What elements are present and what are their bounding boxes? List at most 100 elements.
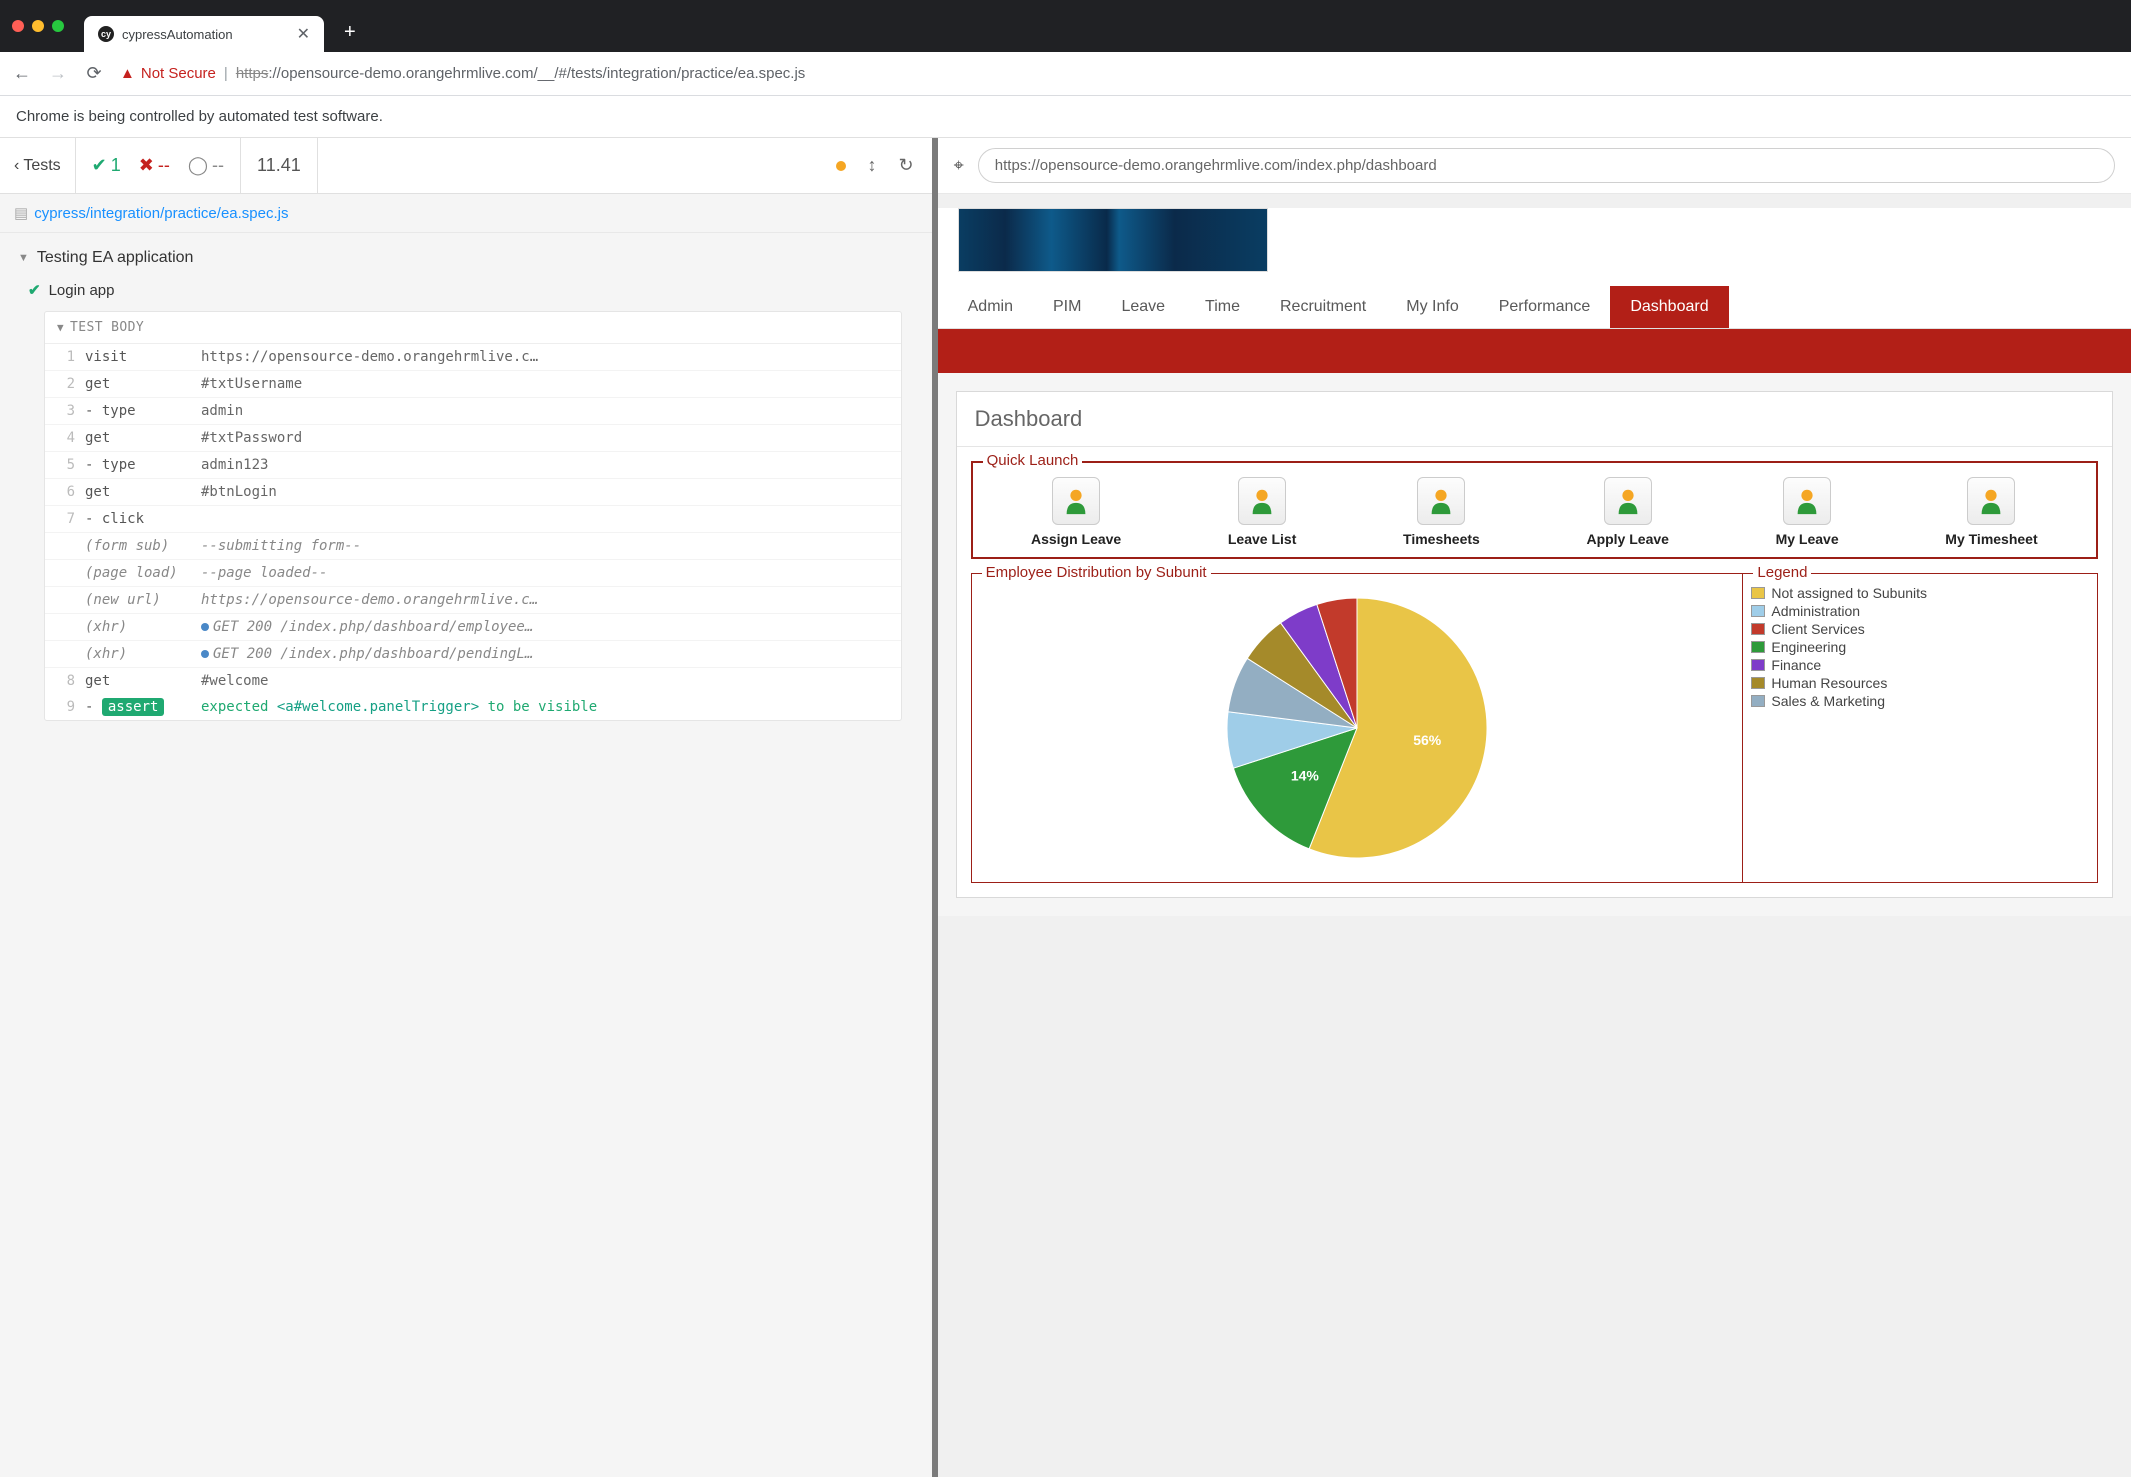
command-row[interactable]: 8get#welcome bbox=[45, 668, 901, 694]
charts-row: Employee Distribution by Subunit 56%14% … bbox=[971, 573, 2098, 883]
step-value: admin123 bbox=[201, 457, 893, 473]
quick-launch-leave-list[interactable]: Leave List bbox=[1228, 477, 1296, 547]
new-tab-button[interactable]: + bbox=[344, 21, 356, 44]
legend-label: Finance bbox=[1771, 657, 1821, 673]
pie-label: 56% bbox=[1413, 732, 1442, 748]
nav-item-time[interactable]: Time bbox=[1185, 286, 1260, 328]
preview-url[interactable]: https://opensource-demo.orangehrmlive.co… bbox=[978, 148, 2115, 183]
step-number: 8 bbox=[53, 673, 79, 689]
step-number: 1 bbox=[53, 349, 79, 365]
viewport-icon[interactable]: ↕ bbox=[868, 155, 877, 176]
maximize-window-icon[interactable] bbox=[52, 20, 64, 32]
separator: | bbox=[224, 65, 228, 82]
step-value: --submitting form-- bbox=[201, 538, 893, 554]
pie-label: 14% bbox=[1291, 768, 1320, 784]
test-tree: ▼ Testing EA application ✔ Login app ▼ T… bbox=[0, 233, 932, 1477]
test-body-label: TEST BODY bbox=[70, 320, 144, 335]
reload-button[interactable]: ⟳ bbox=[84, 63, 104, 84]
warning-icon: ▲ bbox=[120, 65, 135, 82]
test-row[interactable]: ✔ Login app bbox=[0, 275, 932, 305]
command-row-assert[interactable]: 9 - assert expected <a#welcome.panelTrig… bbox=[45, 694, 901, 720]
step-value: expected <a#welcome.panelTrigger> to be … bbox=[201, 699, 893, 715]
forward-button[interactable]: → bbox=[48, 63, 68, 84]
command-row[interactable]: 1 visit https://opensource-demo.orangehrml… bbox=[45, 344, 901, 371]
spec-file-bar[interactable]: ▤ cypress/integration/practice/ea.spec.j… bbox=[0, 194, 932, 233]
step-command: visit bbox=[85, 349, 195, 365]
step-number: 9 bbox=[53, 699, 79, 715]
selector-playground-button[interactable]: ⌖ bbox=[954, 155, 964, 176]
quick-launch-label: Timesheets bbox=[1403, 531, 1480, 547]
suite-name: Testing EA application bbox=[37, 249, 194, 267]
step-value: https://opensource-demo.orangehrmlive.c… bbox=[201, 592, 893, 608]
test-body-header[interactable]: ▼ TEST BODY bbox=[45, 312, 901, 344]
quick-launch-label: Assign Leave bbox=[1031, 531, 1121, 547]
command-row[interactable]: (xhr)GET 200 /index.php/dashboard/pendin… bbox=[45, 641, 901, 668]
quick-launch-label: My Leave bbox=[1776, 531, 1839, 547]
xhr-dot-icon bbox=[201, 623, 209, 631]
command-row[interactable]: 7 - click bbox=[45, 506, 901, 533]
nav-item-pim[interactable]: PIM bbox=[1033, 286, 1101, 328]
quick-launch-label: Leave List bbox=[1228, 531, 1296, 547]
command-row[interactable]: (page load)--page loaded-- bbox=[45, 560, 901, 587]
caret-down-icon: ▼ bbox=[18, 252, 29, 264]
quick-launch-my-leave[interactable]: My Leave bbox=[1776, 477, 1839, 547]
legend-swatch-icon bbox=[1751, 605, 1765, 617]
legend-label: Human Resources bbox=[1771, 675, 1887, 691]
legend-item: Administration bbox=[1751, 602, 2089, 620]
dashboard-title: Dashboard bbox=[957, 392, 2112, 447]
close-tab-icon[interactable]: ✕ bbox=[297, 24, 310, 44]
security-indicator[interactable]: ▲ Not Secure bbox=[120, 65, 216, 82]
step-command: (xhr) bbox=[85, 619, 195, 635]
url-input[interactable]: ▲ Not Secure | https://opensource-demo.o… bbox=[120, 65, 2119, 82]
check-icon: ✔ bbox=[92, 155, 107, 176]
cypress-pane: ‹ Tests ✔1 ✖-- ◯-- 11.41 ↕ ↻ ▤ cypress/i… bbox=[0, 138, 938, 1477]
legend-item: Finance bbox=[1751, 656, 2089, 674]
step-command: get bbox=[85, 673, 195, 689]
nav-item-admin[interactable]: Admin bbox=[948, 286, 1033, 328]
command-row[interactable]: (form sub)--submitting form-- bbox=[45, 533, 901, 560]
command-row[interactable]: (xhr)GET 200 /index.php/dashboard/employ… bbox=[45, 614, 901, 641]
quick-launch-icon bbox=[1604, 477, 1652, 525]
command-row[interactable]: 3 - typeadmin bbox=[45, 398, 901, 425]
browser-tab[interactable]: cy cypressAutomation ✕ bbox=[84, 16, 324, 52]
command-row[interactable]: (new url)https://opensource-demo.orangeh… bbox=[45, 587, 901, 614]
command-row[interactable]: 4get#txtPassword bbox=[45, 425, 901, 452]
circle-icon: ◯ bbox=[188, 155, 208, 176]
url-rest: ://opensource-demo.orangehrmlive.com/__/… bbox=[268, 65, 805, 82]
command-row[interactable]: 5 - typeadmin123 bbox=[45, 452, 901, 479]
close-window-icon[interactable] bbox=[12, 20, 24, 32]
legend-swatch-icon bbox=[1751, 677, 1765, 689]
app-nav: AdminPIMLeaveTimeRecruitmentMy InfoPerfo… bbox=[938, 286, 2131, 329]
nav-sub-band bbox=[938, 329, 2131, 373]
command-row[interactable]: 2get#txtUsername bbox=[45, 371, 901, 398]
assert-badge: assert bbox=[102, 698, 165, 716]
nav-item-performance[interactable]: Performance bbox=[1479, 286, 1611, 328]
nav-item-recruitment[interactable]: Recruitment bbox=[1260, 286, 1386, 328]
nav-item-my-info[interactable]: My Info bbox=[1386, 286, 1478, 328]
dashboard-card: Dashboard Quick Launch Assign LeaveLeave… bbox=[956, 391, 2113, 898]
caret-down-icon: ▼ bbox=[57, 321, 64, 334]
suite-row[interactable]: ▼ Testing EA application bbox=[0, 241, 932, 275]
command-row[interactable]: 6get#btnLogin bbox=[45, 479, 901, 506]
step-value: #txtPassword bbox=[201, 430, 893, 446]
step-value: https://opensource-demo.orangehrmlive.c… bbox=[201, 349, 893, 365]
quick-launch-apply-leave[interactable]: Apply Leave bbox=[1586, 477, 1668, 547]
step-value: #btnLogin bbox=[201, 484, 893, 500]
step-command: - type bbox=[85, 403, 195, 419]
legend-swatch-icon bbox=[1751, 641, 1765, 653]
quick-launch-icon bbox=[1052, 477, 1100, 525]
nav-item-leave[interactable]: Leave bbox=[1101, 286, 1185, 328]
quick-launch-assign-leave[interactable]: Assign Leave bbox=[1031, 477, 1121, 547]
chevron-left-icon: ‹ bbox=[14, 157, 19, 175]
rerun-button[interactable]: ↻ bbox=[899, 155, 914, 176]
quick-launch-timesheets[interactable]: Timesheets bbox=[1403, 477, 1480, 547]
quick-launch-my-timesheet[interactable]: My Timesheet bbox=[1945, 477, 2037, 547]
legend-label: Not assigned to Subunits bbox=[1771, 585, 1927, 601]
tab-title: cypressAutomation bbox=[122, 27, 289, 42]
status-dot-icon bbox=[836, 161, 846, 171]
tests-back-button[interactable]: ‹ Tests bbox=[0, 138, 76, 193]
back-button[interactable]: ← bbox=[12, 63, 32, 84]
nav-item-dashboard[interactable]: Dashboard bbox=[1610, 286, 1728, 328]
minimize-window-icon[interactable] bbox=[32, 20, 44, 32]
quick-launch-icon bbox=[1967, 477, 2015, 525]
